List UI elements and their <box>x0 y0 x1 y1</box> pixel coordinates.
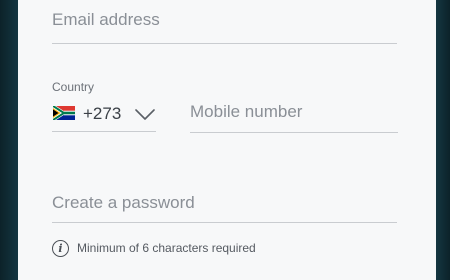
info-icon: i <box>52 239 69 257</box>
backdrop-right <box>436 0 450 280</box>
password-field[interactable]: Create a password <box>52 188 397 223</box>
password-hint-text: Minimum of 6 characters required <box>77 241 256 255</box>
chevron-down-icon[interactable] <box>135 109 155 121</box>
country-code-select[interactable]: +273 <box>52 97 156 132</box>
password-hint: i Minimum of 6 characters required <box>52 238 256 258</box>
password-placeholder: Create a password <box>52 193 195 212</box>
email-placeholder: Email address <box>52 10 160 29</box>
mobile-number-field[interactable]: Mobile number <box>190 97 398 133</box>
country-label: Country <box>52 80 95 94</box>
south-africa-flag-icon <box>53 106 75 120</box>
backdrop-left <box>0 0 18 280</box>
email-field[interactable]: Email address <box>52 0 397 44</box>
signup-form-card: Email address Country +273 Mobile number… <box>18 0 436 280</box>
dial-code: +273 <box>83 104 122 123</box>
mobile-number-placeholder: Mobile number <box>190 102 303 121</box>
